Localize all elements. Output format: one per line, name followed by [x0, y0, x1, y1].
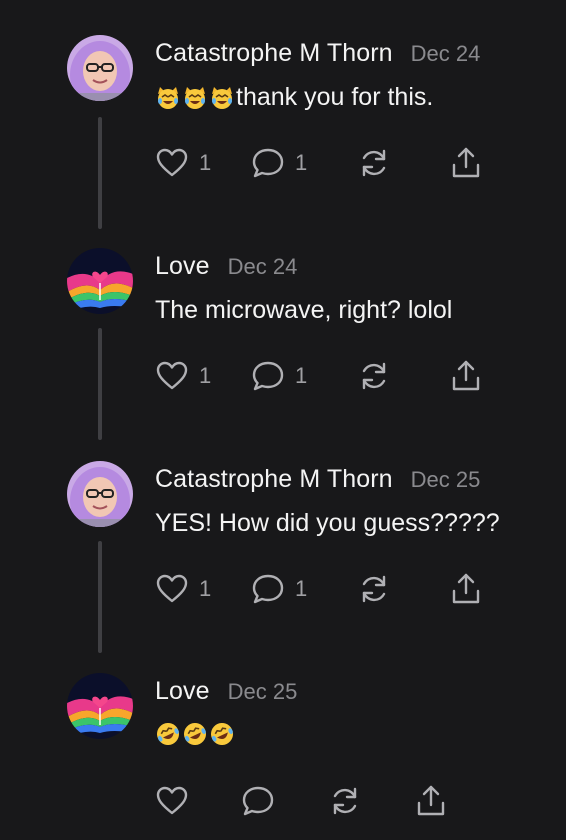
like-button[interactable]	[155, 783, 189, 819]
heart-icon	[155, 784, 189, 818]
comment-actions: 1 1	[155, 145, 495, 181]
comment-date[interactable]: Dec 24	[228, 254, 298, 280]
restack-icon	[357, 146, 391, 180]
comment-date[interactable]: Dec 25	[411, 467, 481, 493]
comment-header: Catastrophe M Thorn Dec 24	[155, 39, 480, 68]
thread-line	[98, 328, 102, 440]
like-count: 1	[199, 576, 212, 601]
avatar[interactable]	[67, 673, 133, 739]
share-icon	[449, 146, 483, 180]
crying-laughing-cat-icon	[155, 85, 181, 111]
restack-icon	[328, 784, 362, 818]
reply-count: 1	[295, 150, 308, 175]
comment-header: Love Dec 25	[155, 677, 297, 706]
crying-laughing-cat-icon	[209, 85, 235, 111]
author-name[interactable]: Love	[155, 677, 210, 706]
share-button[interactable]	[449, 358, 483, 394]
restack-icon	[357, 572, 391, 606]
restack-button[interactable]	[357, 358, 391, 394]
comment-icon	[251, 572, 285, 606]
comment-text: thank you for this.	[236, 83, 434, 111]
heart-icon	[155, 572, 189, 606]
like-button[interactable]: 1	[155, 145, 211, 181]
avatar[interactable]	[67, 461, 133, 527]
comment-text: YES! How did you guess?????	[155, 509, 500, 537]
share-icon	[449, 359, 483, 393]
like-count: 1	[199, 363, 212, 388]
comment-actions	[155, 783, 495, 819]
author-name[interactable]: Catastrophe M Thorn	[155, 465, 393, 494]
comment-body: thank you for this.	[155, 83, 433, 112]
comment-icon	[251, 359, 285, 393]
comment-date[interactable]: Dec 25	[228, 679, 298, 705]
comment-body	[155, 721, 236, 747]
comment-header: Love Dec 24	[155, 252, 297, 281]
comment: Love Dec 25	[0, 673, 566, 833]
comment-header: Catastrophe M Thorn Dec 25	[155, 465, 480, 494]
restack-button[interactable]	[328, 783, 362, 819]
rolling-on-floor-laughing-icon	[182, 721, 208, 747]
crying-laughing-cat-icon	[182, 85, 208, 111]
comment-text: The microwave, right? lolol	[155, 296, 453, 324]
reply-count: 1	[295, 576, 308, 601]
share-button[interactable]	[414, 783, 448, 819]
heart-icon	[155, 359, 189, 393]
reply-button[interactable]: 1	[251, 145, 307, 181]
comment: Love Dec 24 The microwave, right? lolol …	[0, 248, 566, 440]
like-button[interactable]: 1	[155, 571, 211, 607]
rolling-on-floor-laughing-icon	[209, 721, 235, 747]
reply-button[interactable]: 1	[251, 571, 307, 607]
share-button[interactable]	[449, 571, 483, 607]
thread-line	[98, 541, 102, 653]
avatar[interactable]	[67, 248, 133, 314]
like-count: 1	[199, 150, 212, 175]
heart-icon	[155, 146, 189, 180]
restack-button[interactable]	[357, 571, 391, 607]
comment-body: The microwave, right? lolol	[155, 296, 452, 325]
comment: Catastrophe M Thorn Dec 24 thank you for…	[0, 35, 566, 229]
reply-button[interactable]	[241, 783, 275, 819]
comment-thread: Catastrophe M Thorn Dec 24 thank you for…	[0, 0, 566, 840]
share-icon	[414, 784, 448, 818]
comment-actions: 1 1	[155, 571, 495, 607]
share-icon	[449, 572, 483, 606]
like-button[interactable]: 1	[155, 358, 211, 394]
restack-icon	[357, 359, 391, 393]
author-name[interactable]: Love	[155, 252, 210, 281]
thread-line	[98, 117, 102, 229]
share-button[interactable]	[449, 145, 483, 181]
comment-date[interactable]: Dec 24	[411, 41, 481, 67]
comment-icon	[251, 146, 285, 180]
reply-button[interactable]: 1	[251, 358, 307, 394]
avatar[interactable]	[67, 35, 133, 101]
comment-body: YES! How did you guess?????	[155, 509, 500, 538]
reply-count: 1	[295, 363, 308, 388]
comment: Catastrophe M Thorn Dec 25 YES! How did …	[0, 461, 566, 653]
comment-actions: 1 1	[155, 358, 495, 394]
comment-icon	[241, 784, 275, 818]
author-name[interactable]: Catastrophe M Thorn	[155, 39, 393, 68]
restack-button[interactable]	[357, 145, 391, 181]
rolling-on-floor-laughing-icon	[155, 721, 181, 747]
